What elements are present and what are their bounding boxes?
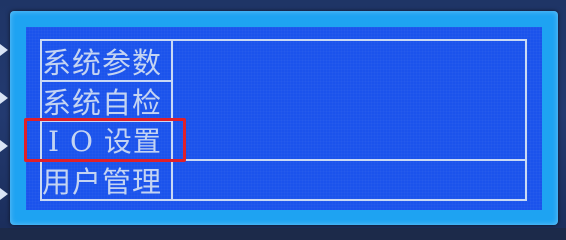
selection-highlight [24,118,186,162]
menu-item-label: 用户管理 [42,165,163,199]
side-arrow-icon [0,188,8,200]
menu-item-label: 系统参数 [42,46,163,80]
device-frame: 系统参数 系统自检 I O 设置 用户管理 [0,0,566,228]
menu-item-label: 系统自检 [42,86,163,120]
menu-item-system-params[interactable]: 系统参数 [42,41,172,81]
menu-item-self-check[interactable]: 系统自检 [42,81,172,121]
side-arrow-icon [0,44,8,56]
grid-line-right [525,39,527,201]
side-arrow-icon [0,140,8,152]
menu-item-user-management[interactable]: 用户管理 [42,160,172,200]
side-arrow-icon [0,92,8,104]
